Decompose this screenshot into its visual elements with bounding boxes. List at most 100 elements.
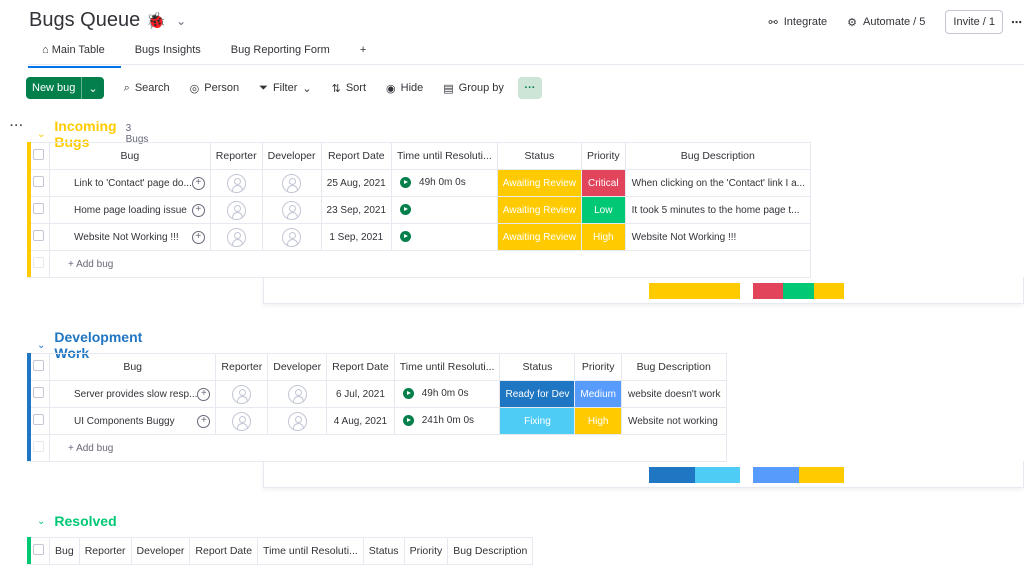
column-header[interactable]: Developer [267,353,328,381]
time-tracking-cell[interactable] [391,196,498,224]
column-header[interactable]: Developer [130,537,191,565]
reporter-cell[interactable] [215,407,269,435]
add-bug-row[interactable]: + Add bug [27,250,811,278]
invite-button[interactable]: Invite / 1 [945,10,1003,34]
add-bug-row[interactable]: + Add bug [27,434,727,462]
add-bug-input[interactable]: + Add bug [49,434,727,462]
column-header[interactable]: Bug [49,142,211,170]
chevron-down-icon[interactable]: ⌄ [81,77,103,99]
column-header[interactable]: Reporter [209,142,263,170]
search-button[interactable]: ⌕ Search [124,82,170,95]
group-menu-icon[interactable]: ··· [10,120,24,132]
status-cell[interactable]: Awaiting Review [496,196,582,224]
reporter-cell[interactable] [215,380,269,408]
column-header[interactable]: Priority [403,537,449,565]
table-row[interactable]: Home page loading issue + 23 Sep, 2021 Aw… [27,196,811,224]
description-cell[interactable]: Website not working [620,407,727,435]
priority-cell[interactable]: High [574,407,622,435]
priority-cell[interactable]: High [580,223,626,251]
column-header[interactable]: Time until Resoluti... [391,142,498,170]
group-header[interactable]: ⌄ Resolved [37,513,126,529]
column-header[interactable]: Reporter [215,353,269,381]
column-header[interactable]: Report Date [189,537,259,565]
developer-cell[interactable] [267,380,328,408]
person-filter-button[interactable]: ◎ Person [190,82,239,95]
reporter-cell[interactable] [209,223,263,251]
time-tracking-cell[interactable]: 49h 0m 0s [391,169,498,197]
status-cell[interactable]: Awaiting Review [496,169,582,197]
table-row[interactable]: Link to 'Contact' page do... + 25 Aug, 20… [27,169,811,197]
play-icon[interactable] [400,177,412,189]
column-header[interactable]: Bug [48,353,217,381]
description-cell[interactable]: website doesn't work [620,380,727,408]
new-bug-button[interactable]: New bug ⌄ [26,77,104,99]
status-summary-bar[interactable] [649,283,740,299]
filter-button[interactable]: ⏷ Filter ⌄ [259,82,311,95]
chevron-down-icon[interactable]: ⌄ [176,14,186,28]
developer-cell[interactable] [261,223,322,251]
bug-name-cell[interactable]: Website Not Working !!! + [49,223,211,251]
status-summary-bar[interactable] [649,467,740,483]
table-row[interactable]: UI Components Buggy + 4 Aug, 2021 241h 0m… [27,407,727,435]
play-icon[interactable] [402,415,414,427]
column-header[interactable]: Reporter [78,537,132,565]
column-header[interactable]: Status [499,353,576,381]
column-header[interactable]: Bug Description [624,142,811,170]
sort-button[interactable]: ⇅ Sort [332,82,366,95]
column-header[interactable]: Status [362,537,405,565]
chevron-down-icon[interactable]: ⌄ [37,516,45,527]
add-update-icon[interactable]: + [191,203,205,217]
column-header[interactable]: Priority [580,142,626,170]
description-cell[interactable]: When clicking on the 'Contact' link I a.… [624,169,811,197]
bug-name-cell[interactable]: Server provides slow resp... + [48,380,217,408]
play-icon[interactable] [400,204,412,216]
play-icon[interactable] [402,388,414,400]
add-update-icon[interactable]: + [197,414,211,428]
chevron-down-icon[interactable]: ⌄ [37,340,45,351]
priority-summary-bar[interactable] [753,467,844,483]
developer-cell[interactable] [261,169,322,197]
time-tracking-cell[interactable]: 49h 0m 0s [393,380,501,408]
bug-name-cell[interactable]: UI Components Buggy + [48,407,217,435]
column-header[interactable]: Status [496,142,582,170]
column-header[interactable]: Bug Description [620,353,727,381]
priority-cell[interactable]: Low [580,196,626,224]
column-header[interactable]: Time until Resoluti... [393,353,501,381]
automate-button[interactable]: ⚙ Automate / 5 [847,16,925,29]
column-header[interactable]: Priority [574,353,622,381]
group-title[interactable]: Resolved [54,513,116,529]
column-header[interactable]: Bug Description [447,537,534,565]
more-actions-button[interactable]: ··· [517,77,542,99]
reporter-cell[interactable] [209,196,263,224]
report-date-cell[interactable]: 25 Aug, 2021 [320,169,393,197]
developer-cell[interactable] [261,196,322,224]
add-update-icon[interactable]: + [191,230,205,244]
more-icon[interactable]: ⋯ [1011,16,1022,29]
time-tracking-cell[interactable]: 241h 0m 0s [393,407,501,435]
status-cell[interactable]: Fixing [499,407,576,435]
priority-cell[interactable]: Critical [580,169,626,197]
priority-summary-bar[interactable] [753,283,844,299]
hide-button[interactable]: ◉ Hide [386,82,423,95]
report-date-cell[interactable]: 1 Sep, 2021 [320,223,393,251]
add-update-icon[interactable]: + [191,176,205,190]
board-title[interactable]: Bugs Queue 🐞 ⌄ [29,9,186,32]
column-header[interactable]: Report Date [326,353,395,381]
description-cell[interactable]: It took 5 minutes to the home page t... [624,196,811,224]
bug-name-cell[interactable]: Home page loading issue + [49,196,211,224]
chevron-down-icon[interactable]: ⌄ [37,129,45,140]
description-cell[interactable]: Website Not Working !!! [624,223,811,251]
time-tracking-cell[interactable] [391,223,498,251]
table-row[interactable]: Server provides slow resp... + 6 Jul, 202… [27,380,727,408]
column-header[interactable]: Time until Resoluti... [257,537,364,565]
priority-cell[interactable]: Medium [574,380,622,408]
column-header[interactable]: Bug [49,537,80,565]
bug-name-cell[interactable]: Link to 'Contact' page do... + [49,169,211,197]
add-update-icon[interactable]: + [197,387,211,401]
integrate-button[interactable]: ⚯ Integrate [769,16,828,29]
report-date-cell[interactable]: 4 Aug, 2021 [326,407,395,435]
report-date-cell[interactable]: 6 Jul, 2021 [326,380,395,408]
add-bug-input[interactable]: + Add bug [49,250,811,278]
play-icon[interactable] [400,231,412,243]
report-date-cell[interactable]: 23 Sep, 2021 [320,196,393,224]
